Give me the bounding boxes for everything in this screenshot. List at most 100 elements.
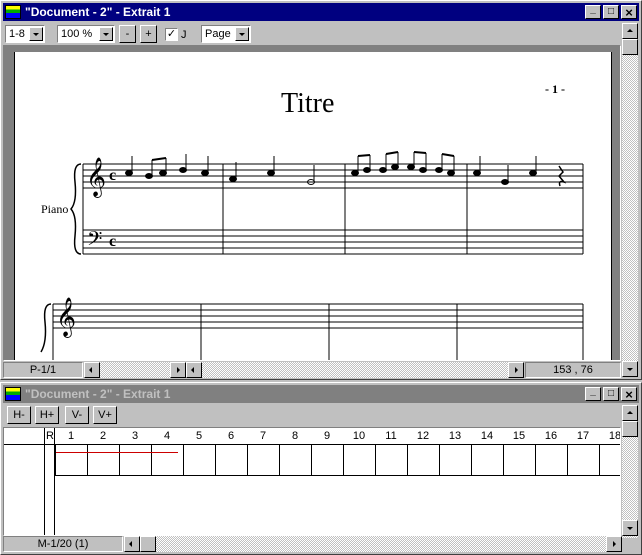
measure-header-13[interactable]: 13 — [439, 430, 471, 442]
row-header-label: R — [46, 430, 54, 442]
measure-cell[interactable] — [343, 444, 375, 476]
measure-header-11[interactable]: 11 — [375, 430, 407, 442]
justify-checkbox[interactable]: ✓ — [165, 28, 178, 41]
measure-cell[interactable] — [567, 444, 599, 476]
maximize-icon: □ — [607, 6, 615, 17]
scroll-right-button[interactable] — [170, 362, 186, 378]
measure-header-15[interactable]: 15 — [503, 430, 535, 442]
score-window-title: "Document - 2" - Extrait 1 — [25, 5, 171, 19]
grid-window: "Document - 2" - Extrait 1 _ □ × H- H+ V… — [0, 382, 642, 555]
maximize-button[interactable]: □ — [603, 5, 619, 19]
staff-range-value: 1-8 — [9, 28, 25, 40]
grid-window-titlebar[interactable]: "Document - 2" - Extrait 1 _ □ × — [3, 385, 639, 403]
scroll-left-button[interactable] — [84, 362, 100, 378]
v-plus-button[interactable]: V+ — [93, 406, 117, 424]
measure-cell[interactable] — [535, 444, 567, 476]
svg-text:c: c — [109, 167, 116, 184]
scroll-up-button[interactable] — [622, 23, 638, 39]
score-window: "Document - 2" - Extrait 1 _ □ × 1-8 100… — [0, 0, 642, 380]
measure-header-18[interactable]: 18 — [599, 430, 620, 442]
measure-cell[interactable] — [599, 444, 620, 476]
measure-header-1[interactable]: 1 — [55, 430, 87, 442]
score-vertical-scrollbar[interactable] — [622, 23, 638, 361]
v-minus-button[interactable]: V- — [65, 406, 89, 424]
measure-cell[interactable] — [471, 444, 503, 476]
measure-grid[interactable]: R 1 2 3 4 5 6 7 8 9 10 11 12 13 14 15 16 17 18 — [3, 427, 621, 536]
measure-header-2[interactable]: 2 — [87, 430, 119, 442]
score-canvas[interactable]: Titre - 1 - Piano 𝄞 𝄢 𝄞 c c — [3, 45, 621, 361]
close-button[interactable]: × — [621, 5, 637, 19]
measure-header-5[interactable]: 5 — [183, 430, 215, 442]
measure-cell[interactable] — [503, 444, 535, 476]
coordinates-readout: 153 , 76 — [525, 362, 621, 378]
zoom-out-button[interactable]: - — [119, 25, 136, 43]
measure-cell[interactable] — [407, 444, 439, 476]
measure-header-8[interactable]: 8 — [279, 430, 311, 442]
measure-header-4[interactable]: 4 — [151, 430, 183, 442]
measure-indicator: M-1/20 (1) — [3, 536, 123, 552]
view-mode-select[interactable]: Page — [201, 25, 251, 43]
grid-window-title: "Document - 2" - Extrait 1 — [25, 387, 171, 401]
minimize-button[interactable]: _ — [585, 5, 601, 19]
maximize-button[interactable]: □ — [603, 387, 619, 401]
close-icon: × — [625, 386, 633, 402]
close-button[interactable]: × — [621, 387, 637, 401]
score-window-titlebar[interactable]: "Document - 2" - Extrait 1 _ □ × — [3, 3, 639, 21]
zoom-value: 100 % — [61, 28, 93, 40]
secondary-horizontal-scrollbar[interactable] — [202, 362, 508, 378]
minimize-icon: _ — [590, 386, 596, 397]
measure-cell[interactable] — [439, 444, 471, 476]
chevron-down-icon — [99, 27, 113, 41]
measure-cell[interactable] — [87, 444, 119, 476]
justify-label: J — [181, 29, 187, 41]
grid-scroll-up-button[interactable] — [622, 405, 638, 421]
svg-text:c: c — [109, 233, 116, 250]
measure-cell[interactable] — [55, 444, 87, 476]
view-mode-value: Page — [205, 28, 231, 40]
zoom-in-button[interactable]: + — [140, 25, 157, 43]
score-horizontal-scrollbar[interactable] — [100, 362, 170, 378]
grid-scroll-thumb[interactable] — [622, 421, 638, 437]
grid-scroll-left-button[interactable] — [124, 536, 140, 552]
measure-cell[interactable] — [247, 444, 279, 476]
measure-header-17[interactable]: 17 — [567, 430, 599, 442]
measure-cell[interactable] — [119, 444, 151, 476]
grid-horizontal-thumb[interactable] — [140, 536, 156, 552]
h-minus-button[interactable]: H- — [7, 406, 31, 424]
scroll-thumb[interactable] — [622, 39, 638, 55]
music-staff-graphic: 𝄞 𝄢 𝄞 c c — [40, 151, 584, 360]
chevron-down-icon — [235, 27, 249, 41]
app-icon[interactable] — [5, 387, 21, 401]
maximize-icon: □ — [607, 388, 615, 399]
measure-header-7[interactable]: 7 — [247, 430, 279, 442]
scroll-down-button[interactable] — [622, 361, 638, 377]
svg-text:𝄞: 𝄞 — [56, 297, 76, 338]
measure-header-10[interactable]: 10 — [343, 430, 375, 442]
measure-header-12[interactable]: 12 — [407, 430, 439, 442]
note-indicator-line — [56, 452, 178, 453]
measure-header-9[interactable]: 9 — [311, 430, 343, 442]
grid-horizontal-scrollbar[interactable] — [140, 536, 606, 552]
measure-cell[interactable] — [151, 444, 183, 476]
svg-text:𝄞: 𝄞 — [86, 157, 106, 198]
measure-cell[interactable] — [183, 444, 215, 476]
close-icon: × — [625, 4, 633, 20]
scroll-right-button-secondary[interactable] — [508, 362, 524, 378]
app-icon[interactable] — [5, 5, 21, 19]
measure-header-6[interactable]: 6 — [215, 430, 247, 442]
staff-range-select[interactable]: 1-8 — [5, 25, 45, 43]
grid-scroll-down-button[interactable] — [622, 520, 638, 536]
measure-cell[interactable] — [279, 444, 311, 476]
h-plus-button[interactable]: H+ — [35, 406, 59, 424]
measure-cell[interactable] — [215, 444, 247, 476]
scroll-left-button-secondary[interactable] — [186, 362, 202, 378]
measure-header-14[interactable]: 14 — [471, 430, 503, 442]
grid-scroll-right-button[interactable] — [606, 536, 622, 552]
zoom-select[interactable]: 100 % — [57, 25, 115, 43]
measure-header-3[interactable]: 3 — [119, 430, 151, 442]
measure-cell[interactable] — [311, 444, 343, 476]
chevron-down-icon — [29, 27, 43, 41]
measure-cell[interactable] — [375, 444, 407, 476]
minimize-button[interactable]: _ — [585, 387, 601, 401]
measure-header-16[interactable]: 16 — [535, 430, 567, 442]
